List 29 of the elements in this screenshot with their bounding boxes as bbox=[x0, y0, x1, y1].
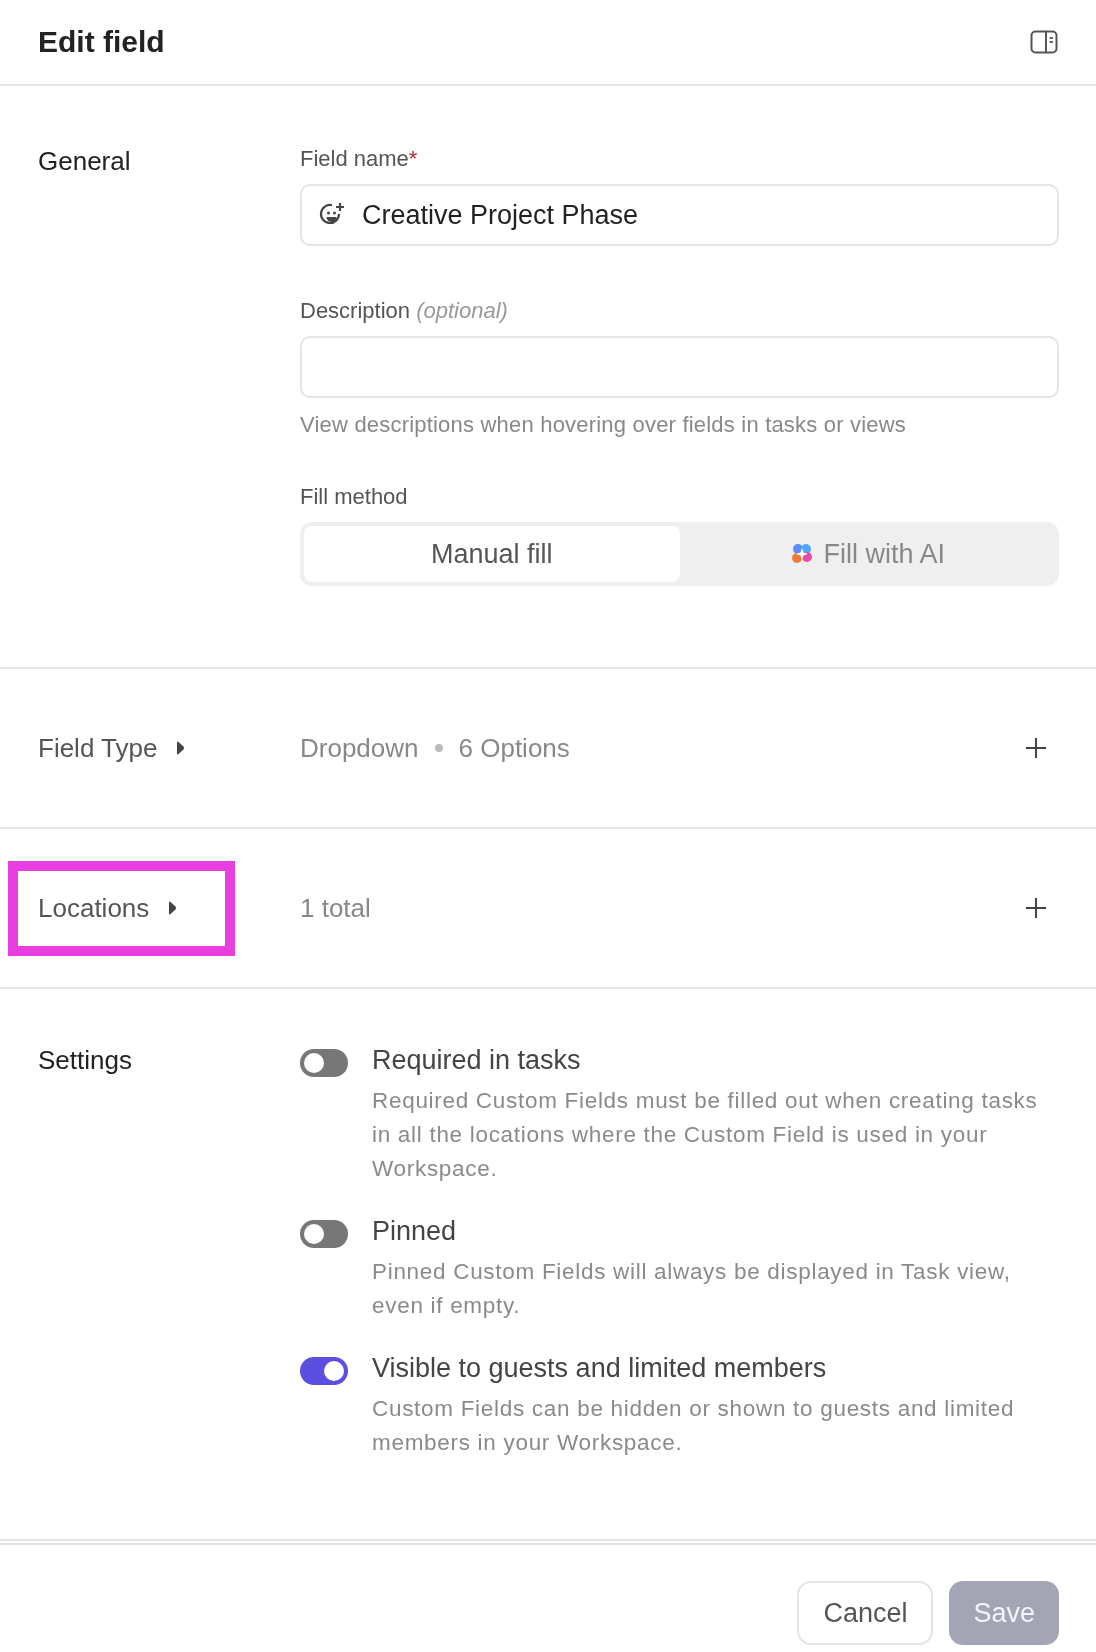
toggle-switch[interactable] bbox=[300, 1049, 348, 1077]
setting-description: Pinned Custom Fields will always be displayed in Task view, even if empty. bbox=[372, 1258, 1012, 1320]
fill-method-option[interactable]: Manual fill bbox=[304, 526, 680, 582]
setting-description: Required Custom Fields must be filled out when creating tasks in all the locations where the Custom Field is used in your Workspace. bbox=[372, 1087, 1039, 1183]
field-label: Description (optional) bbox=[300, 298, 509, 324]
cancel-button[interactable]: Cancel bbox=[797, 1581, 934, 1645]
caret-icon bbox=[167, 900, 178, 916]
setting-label: Required in tasks bbox=[372, 1045, 582, 1076]
field-label: Field name* bbox=[300, 146, 419, 172]
description-input[interactable] bbox=[300, 336, 1059, 398]
section-toggle[interactable]: Locations bbox=[18, 870, 226, 946]
section-title: General bbox=[38, 146, 131, 176]
caret-icon bbox=[175, 740, 186, 756]
toggle-switch[interactable] bbox=[300, 1357, 348, 1385]
sidebar-toggle-icon[interactable] bbox=[1030, 30, 1058, 54]
toggle-switch[interactable] bbox=[300, 1220, 348, 1248]
help-text: View descriptions when hovering over fields in tasks or views bbox=[300, 412, 908, 438]
section-toggle[interactable]: Field Type bbox=[38, 732, 186, 764]
separator-dot bbox=[434, 744, 443, 752]
field-label: Fill method bbox=[300, 484, 409, 510]
setting-label: Visible to guests and limited members bbox=[372, 1353, 828, 1384]
section-title: Settings bbox=[38, 1045, 132, 1075]
summary-text: 6 Options bbox=[458, 732, 570, 764]
summary-text: Dropdown bbox=[300, 732, 419, 764]
panel-title: Edit field bbox=[38, 25, 165, 59]
field-name-input[interactable]: Creative Project Phase bbox=[300, 184, 1059, 246]
summary-text: 1 total bbox=[300, 892, 371, 924]
setting-description: Custom Fields can be hidden or shown to guests and limited members in your Workspace. bbox=[372, 1395, 1016, 1457]
setting-label: Pinned bbox=[372, 1216, 458, 1247]
